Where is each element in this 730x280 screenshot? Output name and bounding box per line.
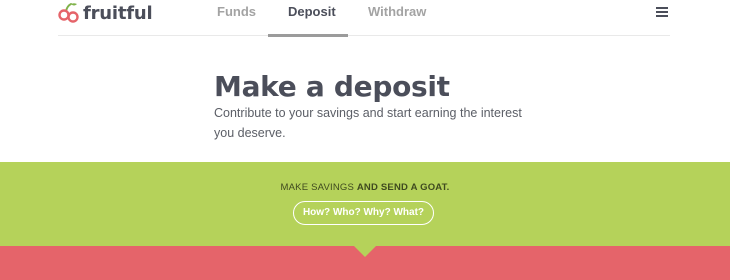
brand-logo[interactable]: fruitful [58,1,153,25]
banner-notch [354,246,376,257]
nav-item-withdraw[interactable]: Withdraw [368,4,426,19]
hamburger-menu-icon[interactable] [656,7,668,17]
banner-text-plain: MAKE SAVINGS [280,182,355,193]
page-title: Make a deposit [214,70,450,103]
goat-promo-banner: MAKE SAVINGS AND SEND A GOAT. How? Who? … [0,162,730,246]
nav-item-deposit[interactable]: Deposit [288,4,336,19]
nav-item-funds[interactable]: Funds [217,4,256,19]
cherries-logo-icon [58,3,79,23]
nav-divider [58,35,670,36]
page-description: Contribute to your savings and start ear… [214,106,522,140]
active-tab-indicator [268,34,348,37]
brand-name: fruitful [83,2,153,24]
banner-text-bold: AND SEND A GOAT. [356,182,450,193]
top-navigation-bar: fruitful Funds Deposit Withdraw [0,0,730,37]
banner-text: MAKE SAVINGS AND SEND A GOAT. [0,182,730,193]
faq-button[interactable]: How? Who? Why? What? [293,201,434,225]
